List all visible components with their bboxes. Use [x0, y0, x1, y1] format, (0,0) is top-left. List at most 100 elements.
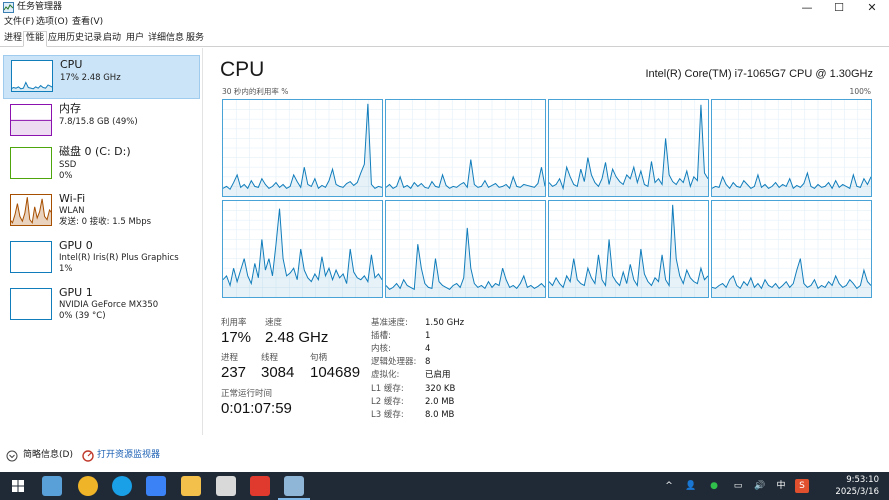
tray-volume-icon[interactable]: 🔊	[753, 472, 767, 500]
core-graph-2	[548, 99, 709, 197]
menu-view[interactable]: 查看(V)	[72, 16, 103, 28]
speed-value: 2.48 GHz	[265, 329, 329, 346]
tab-services[interactable]: 服务	[186, 32, 204, 45]
gpu0-thumbnail-graph	[10, 241, 52, 273]
page-title: CPU	[220, 58, 265, 81]
files-app-icon[interactable]	[42, 476, 62, 496]
sidebar-item-gpu0[interactable]: GPU 0 Intel(R) Iris(R) Plus Graphics 1%	[3, 237, 200, 281]
tray-user-icon[interactable]: 👤	[684, 472, 698, 500]
maximize-button[interactable]: ☐	[824, 0, 854, 15]
tray-sogou-icon[interactable]: S	[795, 479, 809, 493]
core-graph-6	[548, 200, 709, 298]
sidebar-item-detail: 1%	[59, 264, 73, 274]
sidebar-item-cpu[interactable]: CPU 17% 2.48 GHz	[3, 55, 200, 99]
cpu-core-graphs	[222, 99, 872, 299]
wps-icon[interactable]	[250, 476, 270, 496]
minimize-button[interactable]: —	[792, 0, 822, 15]
footer-bar: 简略信息(D) 打开资源监视器	[0, 446, 889, 466]
utilization-value: 17%	[221, 329, 252, 346]
menu-options[interactable]: 选项(O)	[36, 16, 68, 28]
folder-icon[interactable]	[181, 476, 201, 496]
task-manager-icon	[3, 2, 14, 13]
tray-wechat-icon[interactable]: ●	[707, 472, 721, 500]
sidebar-item-label: 内存	[59, 102, 81, 115]
spec-logical-processors: 逻辑处理器: 8	[371, 357, 431, 367]
disk-thumbnail-graph	[10, 147, 52, 179]
tab-bar: 进程 性能 应用历史记录 启动 用户 详细信息 服务	[0, 31, 889, 47]
tab-performance[interactable]: 性能	[23, 31, 48, 47]
graph-max-label: 100%	[849, 87, 871, 96]
sidebar-item-detail: SSD	[59, 160, 77, 170]
tab-startup[interactable]: 启动	[103, 32, 121, 45]
spec-virtualization: 虚拟化: 已启用	[371, 370, 451, 380]
close-button[interactable]: ✕	[857, 0, 887, 15]
clock[interactable]: 9:53:10 2025/3/16	[819, 474, 879, 498]
sidebar-item-disk[interactable]: 磁盘 0 (C: D:) SSD 0%	[3, 143, 200, 187]
taskbar: ^ 👤 ● ▭ 🔊 中 S 9:53:10 2025/3/16	[0, 472, 889, 500]
processes-value: 237	[221, 364, 247, 381]
tray-overflow-icon[interactable]: ^	[662, 472, 676, 500]
sidebar-item-label: CPU	[60, 58, 83, 71]
task-manager-taskbar-icon[interactable]	[284, 476, 304, 496]
window-title: 任务管理器	[17, 2, 63, 12]
sidebar-item-detail: 发送: 0 接收: 1.5 Mbps	[59, 217, 152, 227]
tray-ime-icon[interactable]: 中	[774, 472, 788, 500]
core-graph-7	[711, 200, 872, 298]
spec-cores: 内核: 4	[371, 344, 431, 354]
cpu-detail-panel: CPU Intel(R) Core(TM) i7-1065G7 CPU @ 1.…	[203, 48, 889, 435]
core-graph-0	[222, 99, 383, 197]
cpu-thumbnail-graph	[11, 60, 53, 92]
threads-value: 3084	[261, 364, 295, 381]
core-graph-5	[385, 200, 546, 298]
sidebar-item-label: Wi-Fi	[59, 192, 86, 205]
uptime-value: 0:01:07:59	[221, 400, 292, 417]
processes-label: 进程	[221, 353, 239, 363]
spec-l3-cache: L3 缓存: 8.0 MB	[371, 410, 455, 420]
sidebar-item-detail: 17% 2.48 GHz	[60, 73, 121, 83]
graph-caption: 30 秒内的利用率 %	[222, 87, 289, 96]
core-graph-3	[711, 99, 872, 197]
clock-date: 2025/3/16	[835, 487, 879, 497]
open-resource-monitor-link[interactable]: 打开资源监视器	[97, 449, 160, 461]
cpu-model-name: Intel(R) Core(TM) i7-1065G7 CPU @ 1.30GH…	[645, 68, 873, 80]
speed-label: 速度	[265, 318, 283, 328]
sidebar-item-memory[interactable]: 内存 7.8/15.8 GB (49%)	[3, 100, 200, 144]
sidebar-item-detail: 0%	[59, 171, 73, 181]
tab-app-history[interactable]: 应用历史记录	[48, 32, 102, 45]
utilization-label: 利用率	[221, 318, 247, 328]
thumbnail-border	[10, 288, 52, 320]
sidebar-item-gpu1[interactable]: GPU 1 NVIDIA GeForce MX350 0% (39 °C)	[3, 284, 200, 328]
sidebar: CPU 17% 2.48 GHz 内存 7.8/15.8 GB (49%) 磁盘…	[0, 48, 203, 435]
chat-app-icon[interactable]	[146, 476, 166, 496]
sidebar-item-label: GPU 1	[59, 286, 93, 299]
sidebar-item-detail: 0% (39 °C)	[59, 311, 106, 321]
core-graph-4	[222, 200, 383, 298]
sidebar-item-detail: NVIDIA GeForce MX350	[59, 300, 159, 310]
avatar-app-icon[interactable]	[216, 476, 236, 496]
core-graph-1	[385, 99, 546, 197]
handles-value: 104689	[310, 364, 361, 381]
fewer-details-link[interactable]: 简略信息(D)	[23, 449, 73, 461]
tab-users[interactable]: 用户	[126, 32, 144, 45]
sidebar-item-label: 磁盘 0 (C: D:)	[59, 145, 131, 158]
thumbnail-border	[10, 241, 52, 273]
sidebar-item-detail: 7.8/15.8 GB (49%)	[59, 117, 138, 127]
collapse-icon[interactable]	[6, 450, 18, 462]
sidebar-item-label: GPU 0	[59, 239, 93, 252]
tray-battery-icon[interactable]: ▭	[731, 472, 745, 500]
sidebar-item-wifi[interactable]: Wi-Fi WLAN 发送: 0 接收: 1.5 Mbps	[3, 190, 200, 234]
tab-details[interactable]: 详细信息	[148, 32, 184, 45]
start-icon[interactable]	[8, 476, 28, 496]
uptime-label: 正常运行时间	[221, 389, 273, 399]
wifi-thumbnail-graph	[10, 194, 52, 226]
thumbnail-border	[10, 147, 52, 179]
tab-processes[interactable]: 进程	[4, 32, 22, 45]
spec-sockets: 插槽: 1	[371, 331, 431, 341]
sidebar-item-detail: WLAN	[59, 206, 85, 216]
edge-icon[interactable]	[112, 476, 132, 496]
handles-label: 句柄	[310, 353, 328, 363]
usage-area	[10, 120, 52, 136]
gpu1-thumbnail-graph	[10, 288, 52, 320]
night-app-icon[interactable]	[78, 476, 98, 496]
menu-file[interactable]: 文件(F)	[4, 16, 34, 28]
